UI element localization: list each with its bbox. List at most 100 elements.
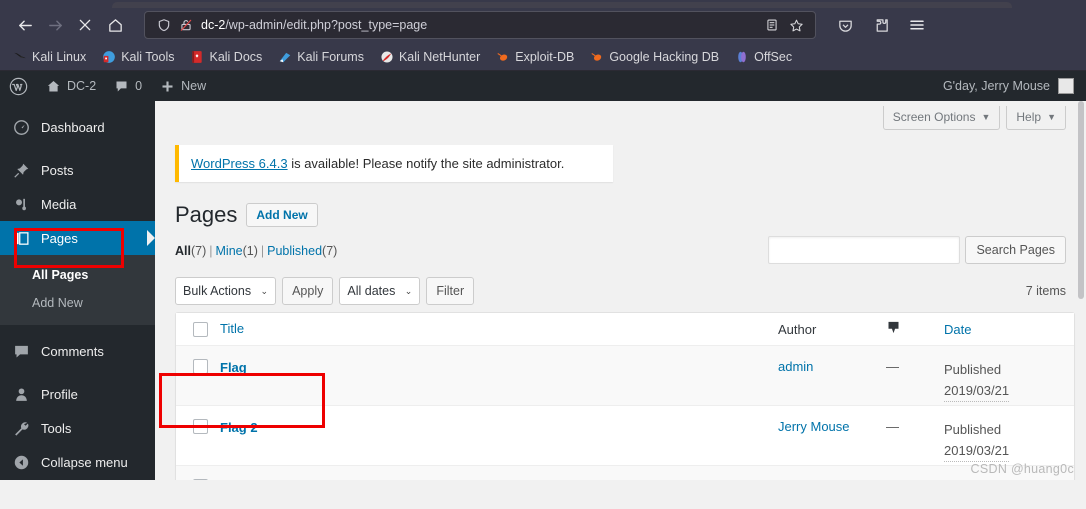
bookmark-label: Exploit-DB (515, 50, 575, 64)
view-mine-link[interactable]: Mine (216, 244, 243, 258)
view-published-count: (7) (322, 244, 338, 258)
url-text[interactable]: dc-2/wp-admin/edit.php?post_type=page (197, 18, 761, 32)
row-select-cell[interactable] (176, 479, 216, 480)
bookmark-kali-docs[interactable]: Kali Docs (183, 48, 269, 66)
comments-menu[interactable]: 0 (105, 71, 151, 101)
view-published-link[interactable]: Published (267, 244, 322, 258)
sidebar-item-profile[interactable]: Profile (0, 377, 155, 411)
table-row[interactable]: Flag 2 Jerry Mouse — Published 2019/03/2… (176, 406, 1074, 466)
wp-body: Dashboard Posts Media Pages All Pages Ad… (0, 101, 1086, 480)
bookmark-kali-linux[interactable]: Kali Linux (6, 48, 93, 66)
site-name-menu[interactable]: DC-2 (37, 71, 105, 101)
site-name: DC-2 (67, 79, 97, 93)
row-select-cell[interactable] (176, 359, 216, 374)
sidebar-item-label: Dashboard (41, 119, 105, 135)
date-filter-select[interactable]: All dates ⌄ (339, 277, 421, 305)
column-title-link[interactable]: Title (220, 321, 244, 336)
column-date[interactable]: Date (944, 319, 1074, 340)
active-tab[interactable] (112, 2, 1012, 8)
shield-icon[interactable] (153, 18, 175, 32)
bookmark-exploit-db[interactable]: Exploit-DB (489, 48, 581, 66)
row-author-link[interactable]: admin (778, 359, 813, 374)
column-author[interactable]: Author (778, 322, 886, 337)
bulk-actions-label: Bulk Actions (183, 284, 252, 298)
select-all-cell[interactable] (176, 321, 216, 337)
bookmark-google-hacking-db[interactable]: Google Hacking DB (583, 48, 726, 66)
bookmarks-bar: Kali Linux Kali Tools Kali Docs Kali For… (0, 44, 1086, 71)
page-scrollbar[interactable] (1076, 101, 1086, 480)
column-title[interactable]: Title (216, 320, 778, 338)
search-input[interactable] (768, 236, 961, 264)
bookmark-label: Google Hacking DB (609, 50, 720, 64)
sidebar-item-collapse-menu[interactable]: Collapse menu (0, 445, 155, 479)
filter-button[interactable]: Filter (426, 277, 475, 305)
bookmark-offsec[interactable]: OffSec (728, 48, 799, 66)
bookmark-kali-nethunter[interactable]: Kali NetHunter (373, 48, 487, 66)
url-path: /wp-admin/edit.php?post_type=page (225, 18, 428, 32)
row-title-link[interactable]: Flag 2 (220, 420, 258, 435)
search-submit-button[interactable]: Search Pages (965, 236, 1066, 264)
bookmark-kali-tools[interactable]: Kali Tools (95, 48, 181, 66)
wp-logo-menu[interactable] (0, 71, 37, 101)
row-author-link[interactable]: Jerry Mouse (778, 419, 850, 434)
bulk-actions-select[interactable]: Bulk Actions ⌄ (175, 277, 277, 305)
sidebar-item-tools[interactable]: Tools (0, 411, 155, 445)
wp-admin-bar: DC-2 0 New G'day, Jerry Mouse (0, 71, 1086, 101)
stop-button[interactable] (70, 10, 100, 40)
row-author-link[interactable]: admin (778, 479, 813, 480)
apply-button[interactable]: Apply (282, 277, 334, 305)
dashboard-icon (11, 119, 31, 136)
sidebar-item-posts[interactable]: Posts (0, 153, 155, 187)
my-account-menu[interactable]: G'day, Jerry Mouse (943, 78, 1086, 94)
column-date-link[interactable]: Date (944, 322, 971, 337)
views-separator: | (260, 244, 265, 258)
row-date: 2019/03/21 (944, 440, 1010, 462)
sidebar-item-dashboard[interactable]: Dashboard (0, 110, 155, 144)
pages-submenu: All Pages Add New (0, 255, 155, 325)
row-checkbox[interactable] (192, 359, 208, 374)
new-content-menu[interactable]: New (151, 71, 215, 101)
menu-top-gap (0, 101, 155, 110)
home-icon (108, 18, 122, 32)
extensions-icon (876, 18, 888, 32)
extensions-button[interactable] (866, 10, 896, 40)
app-menu-button[interactable] (902, 10, 932, 40)
wordpress-version-link[interactable]: WordPress 6.4.3 (191, 156, 288, 171)
subsubsub-views: All(7) | Mine(1) | Published(7) (175, 244, 337, 258)
select-all-checkbox[interactable] (192, 321, 208, 337)
row-checkbox[interactable] (192, 479, 208, 480)
table-row[interactable]: Our People admin — Published 2019/03/21 (176, 466, 1074, 480)
back-button[interactable] (10, 10, 40, 40)
add-new-button[interactable]: Add New (246, 203, 318, 227)
row-date-cell: Published 2019/03/21 (944, 359, 1074, 402)
sidebar-item-comments[interactable]: Comments (0, 334, 155, 368)
sidebar-item-media[interactable]: Media (0, 187, 155, 221)
scrollbar-thumb[interactable] (1078, 101, 1084, 299)
address-bar[interactable]: dc-2/wp-admin/edit.php?post_type=page (144, 11, 816, 39)
pocket-button[interactable] (830, 10, 860, 40)
column-comments[interactable] (886, 320, 944, 338)
row-checkbox[interactable] (192, 419, 208, 434)
table-row[interactable]: Flag admin — Published 2019/03/21 (176, 346, 1074, 406)
chevron-down-icon: ⌄ (404, 285, 413, 296)
row-title-link[interactable]: Flag (220, 360, 247, 375)
home-button[interactable] (100, 10, 130, 40)
sidebar-item-pages[interactable]: Pages (0, 221, 155, 255)
menu-gap-2 (0, 325, 155, 334)
help-button[interactable]: Help ▼ (1006, 106, 1066, 130)
row-status: Published (944, 479, 1074, 480)
views-row: All(7) | Mine(1) | Published(7) Search Pages (175, 236, 1066, 268)
screen-options-button[interactable]: Screen Options ▼ (882, 106, 1001, 130)
kali-docs-icon (192, 51, 203, 63)
reader-view-icon[interactable] (761, 18, 783, 32)
bookmark-star-icon[interactable] (785, 18, 807, 33)
forward-button[interactable] (40, 10, 70, 40)
bookmark-kali-forums[interactable]: Kali Forums (271, 48, 371, 66)
submenu-item-all-pages[interactable]: All Pages (0, 261, 155, 289)
broken-lock-icon[interactable] (175, 18, 197, 32)
row-select-cell[interactable] (176, 419, 216, 434)
row-date-cell: Published 2019/03/21 (944, 479, 1074, 480)
row-comments-cell: — (886, 479, 944, 480)
submenu-item-add-new[interactable]: Add New (0, 289, 155, 317)
view-all-link[interactable]: All (175, 244, 191, 258)
